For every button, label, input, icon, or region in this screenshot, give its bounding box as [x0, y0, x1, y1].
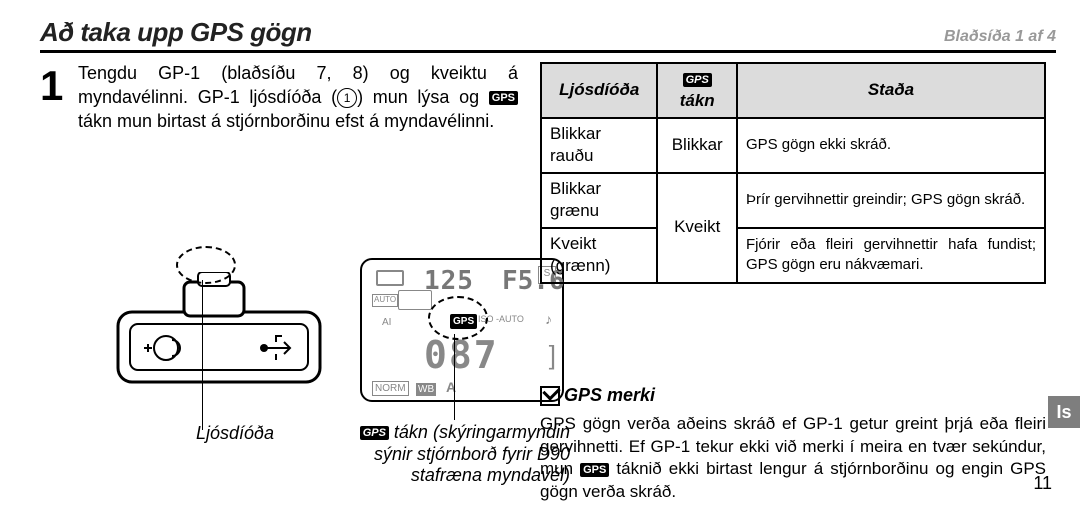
- table-row: Blikkar grænu Kveikt Þrír gervihnettir g…: [541, 173, 1045, 228]
- circled-one-icon: 1: [337, 88, 357, 108]
- gps-device-drawing: [114, 272, 324, 392]
- cell-icon: Blikkar: [657, 118, 736, 173]
- lcd-mid: AI: [382, 316, 391, 329]
- lcd-norm: NORM: [372, 381, 409, 396]
- illustration: 125 F5.6 S AUTO AI GPS ISO -AUTO ♪ 087 ]…: [114, 242, 560, 442]
- table-row: Blikkar rauðu Blikkar GPS gögn ekki skrá…: [541, 118, 1045, 173]
- gps-signal-heading: GPS merki: [540, 384, 1046, 408]
- gps-signal-heading-text: GPS merki: [564, 385, 655, 405]
- th-icon: GPS tákn: [657, 63, 736, 118]
- caption-lcd: GPS tákn (skýringarmyndin sýnir stjórnbo…: [350, 422, 570, 487]
- step-text-c: tákn mun birtast á stjórnborðinu efst á …: [78, 111, 494, 131]
- language-tab: Is: [1048, 396, 1080, 428]
- cell-status: Þrír gervihnettir greindir; GPS gögn skr…: [737, 173, 1045, 228]
- gps-icon: GPS: [580, 463, 609, 477]
- th-icon-text: tákn: [680, 91, 715, 110]
- gps-signal-body: GPS gögn verða aðeins skráð ef GP-1 getu…: [540, 413, 1046, 503]
- gps-icon: GPS: [360, 426, 389, 440]
- cell-icon: Kveikt: [657, 173, 736, 283]
- cell-status: Fjórir eða fleiri gervihnettir hafa fund…: [737, 228, 1045, 283]
- step-number: 1: [40, 58, 63, 113]
- caption-diode: Ljósdíóða: [196, 422, 274, 446]
- cell-diode: Blikkar rauðu: [541, 118, 657, 173]
- th-status: Staða: [737, 63, 1045, 118]
- page-title: Að taka upp GPS gögn: [40, 17, 312, 50]
- gps-status-table: Ljósdíóða GPS tákn Staða Blikkar rauðu B…: [540, 62, 1046, 284]
- merki-b: táknið ekki birtast lengur á stjórnborði…: [540, 459, 1046, 500]
- callout-line-2: [454, 334, 455, 420]
- lcd-auto: AUTO: [372, 294, 398, 307]
- page-number: 11: [1033, 473, 1052, 494]
- callout-gps: [428, 296, 488, 340]
- callout-diode: [176, 246, 236, 284]
- step-text-b: ) mun lýsa og: [357, 87, 489, 107]
- right-column: Ljósdíóða GPS tákn Staða Blikkar rauðu B…: [540, 62, 1046, 503]
- th-diode: Ljósdíóða: [541, 63, 657, 118]
- page-info: Blaðsíða 1 af 4: [944, 28, 1056, 50]
- check-icon: [540, 386, 560, 406]
- callout-line-1: [202, 280, 203, 430]
- gps-icon: GPS: [683, 73, 712, 87]
- meter-icon: [398, 290, 432, 310]
- table-row: Kveikt (grænn) Fjórir eða fleiri gervihn…: [541, 228, 1045, 283]
- page-header: Að taka upp GPS gögn Blaðsíða 1 af 4: [40, 18, 1056, 53]
- step-text: Tengdu GP-1 (blaðsíðu 7, 8) og kveiktu á…: [78, 62, 518, 133]
- cell-diode: Blikkar grænu: [541, 173, 657, 228]
- left-column: 1 Tengdu GP-1 (blaðsíðu 7, 8) og kveiktu…: [44, 62, 518, 133]
- battery-icon: [376, 270, 404, 286]
- cell-diode: Kveikt (grænn): [541, 228, 657, 283]
- lcd-wb: WB: [416, 383, 436, 396]
- gps-icon: GPS: [489, 91, 518, 105]
- cell-status: GPS gögn ekki skráð.: [737, 118, 1045, 173]
